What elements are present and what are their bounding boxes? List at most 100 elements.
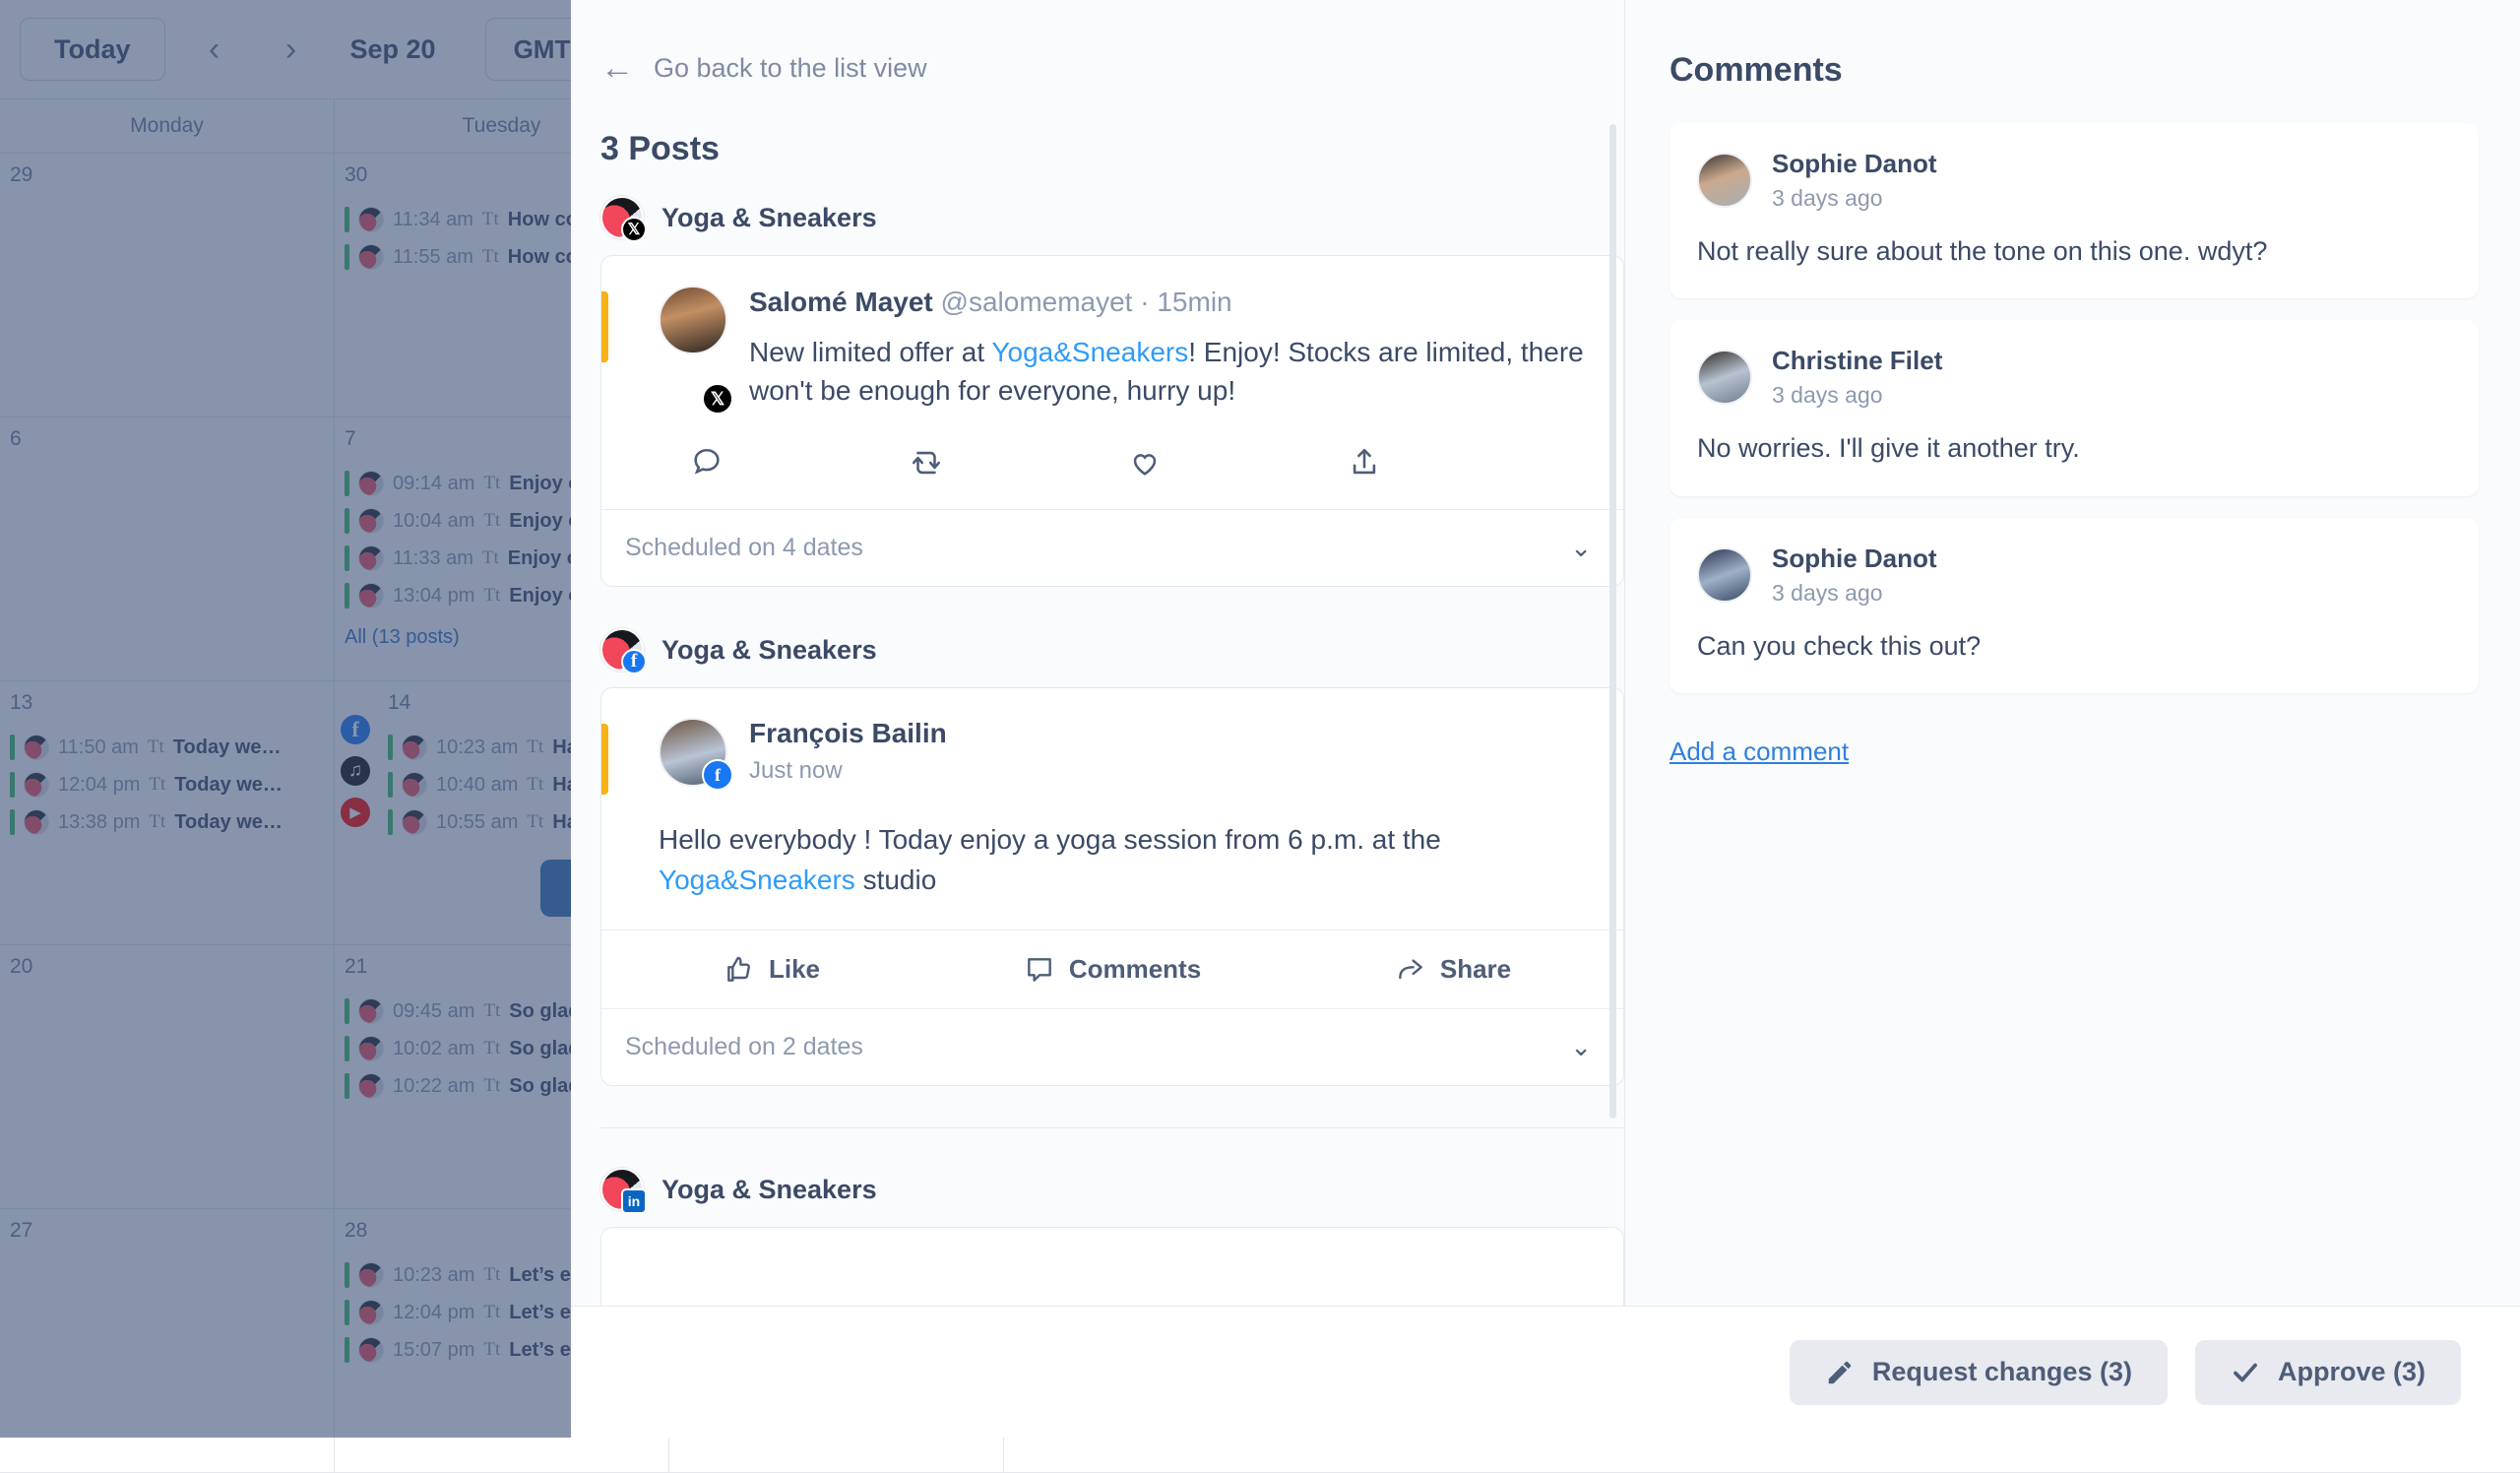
brand-name: Yoga & Sneakers bbox=[662, 634, 877, 665]
brand-row-twitter: 𝕏 Yoga & Sneakers bbox=[600, 196, 1624, 242]
comment-author: Christine Filet bbox=[1772, 346, 1943, 376]
comment-body: Can you check this out? bbox=[1697, 630, 1982, 661]
share-label: Share bbox=[1439, 954, 1512, 985]
brand-avatar: f bbox=[600, 628, 647, 675]
retweet-icon bbox=[912, 451, 940, 475]
like-button[interactable] bbox=[1128, 446, 1348, 480]
scheduled-dates-row-facebook[interactable]: Scheduled on 2 dates ⌄ bbox=[601, 1008, 1623, 1085]
brand-name: Yoga & Sneakers bbox=[662, 1174, 877, 1204]
facebook-action-row: Like Comments Share bbox=[601, 929, 1623, 1008]
post-text: Hello everybody ! Today enjoy a yoga ses… bbox=[659, 787, 1590, 929]
post-separator bbox=[600, 1127, 1624, 1129]
facebook-icon: f bbox=[621, 649, 647, 675]
pencil-icon bbox=[1828, 1361, 1852, 1383]
post-accent-bar bbox=[601, 724, 608, 796]
heart-icon bbox=[1133, 454, 1157, 476]
reply-icon bbox=[694, 449, 720, 475]
back-to-list-link[interactable]: ← Go back to the list view bbox=[600, 51, 1624, 85]
facebook-icon: f bbox=[702, 759, 733, 792]
comment-time: 3 days ago bbox=[1772, 185, 1883, 211]
comments-column: Comments Sophie Danot 3 days ago Not rea… bbox=[1624, 0, 2520, 1306]
like-label: Like bbox=[768, 954, 821, 985]
comments-label: Comments bbox=[1068, 954, 1202, 985]
comment-body: Not really sure about the tone on this o… bbox=[1697, 236, 2268, 266]
post-card-twitter[interactable]: 𝕏 Salomé Mayet @salomemayet · 15min New … bbox=[600, 255, 1624, 588]
x-icon: 𝕏 bbox=[702, 383, 733, 416]
linkedin-icon: in bbox=[621, 1188, 647, 1215]
comment-item: Christine Filet 3 days ago No worries. I… bbox=[1670, 320, 2479, 496]
avatar bbox=[1697, 153, 1752, 208]
reply-button[interactable] bbox=[690, 446, 910, 480]
chevron-down-icon[interactable]: ⌄ bbox=[1570, 533, 1592, 563]
post-preview-modal: ← Go back to the list view 3 Posts 𝕏 Yog… bbox=[571, 0, 2520, 1438]
scheduled-label: Scheduled on 4 dates bbox=[625, 534, 863, 562]
brand-avatar: 𝕏 bbox=[600, 196, 647, 242]
comment-header: Sophie Danot 3 days ago bbox=[1697, 544, 2451, 607]
author-line: Salomé Mayet @salomemayet · 15min bbox=[749, 286, 1590, 319]
post-time: Just now bbox=[749, 757, 843, 785]
author-name: François Bailin bbox=[749, 718, 947, 749]
share-button[interactable] bbox=[1348, 446, 1567, 480]
scheduled-dates-row-twitter[interactable]: Scheduled on 4 dates ⌄ bbox=[601, 509, 1623, 586]
comment-body: No worries. I'll give it another try. bbox=[1697, 433, 2080, 464]
share-arrow-icon bbox=[1398, 959, 1422, 979]
brand-avatar: in bbox=[600, 1168, 647, 1215]
share-icon bbox=[1353, 449, 1375, 475]
post-text-after: studio bbox=[854, 864, 937, 895]
brand-row-facebook: f Yoga & Sneakers bbox=[600, 628, 1624, 675]
posts-count-heading: 3 Posts bbox=[600, 130, 720, 167]
back-link-label: Go back to the list view bbox=[654, 52, 927, 83]
like-button[interactable]: Like bbox=[601, 954, 942, 986]
posts-column: ← Go back to the list view 3 Posts 𝕏 Yog… bbox=[571, 0, 1624, 1306]
comment-header: Christine Filet 3 days ago bbox=[1697, 346, 2451, 409]
comment-header: Sophie Danot 3 days ago bbox=[1697, 149, 2451, 212]
add-comment-link[interactable]: Add a comment bbox=[1670, 736, 1849, 767]
comment-author: Sophie Danot bbox=[1772, 543, 1937, 573]
comment-author: Sophie Danot bbox=[1772, 149, 1937, 178]
request-changes-label: Request changes (3) bbox=[1871, 1357, 2132, 1386]
column-divider bbox=[1624, 0, 1625, 1306]
thumbs-up-icon bbox=[727, 956, 750, 982]
comments-heading: Comments bbox=[1670, 51, 1843, 89]
post-text: New limited offer at Yoga&Sneakers! Enjo… bbox=[749, 333, 1590, 412]
facebook-post-body: f François Bailin Just now Hello everybo… bbox=[601, 688, 1623, 929]
modal-footer: Request changes (3) Approve (3) bbox=[571, 1306, 2520, 1438]
retweet-button[interactable] bbox=[910, 446, 1129, 480]
comment-item: Sophie Danot 3 days ago Can you check th… bbox=[1670, 517, 2479, 694]
scheduled-label: Scheduled on 2 dates bbox=[625, 1033, 863, 1061]
author-avatar bbox=[659, 286, 727, 354]
posts-scrollbar-thumb[interactable] bbox=[1609, 124, 1616, 1119]
brand-name: Yoga & Sneakers bbox=[662, 202, 877, 232]
avatar bbox=[1697, 546, 1752, 603]
comment-time: 3 days ago bbox=[1772, 579, 1883, 606]
approve-button[interactable]: Approve (3) bbox=[2194, 1339, 2461, 1405]
comment-time: 3 days ago bbox=[1772, 382, 1883, 409]
twitter-post-body: 𝕏 Salomé Mayet @salomemayet · 15min New … bbox=[601, 256, 1623, 420]
comments-button[interactable]: Comments bbox=[942, 954, 1283, 986]
modal-backdrop-overlay[interactable] bbox=[0, 0, 571, 1438]
comment-item: Sophie Danot 3 days ago Not really sure … bbox=[1670, 123, 2479, 299]
twitter-action-row bbox=[601, 420, 1623, 509]
x-icon: 𝕏 bbox=[621, 217, 647, 242]
check-icon bbox=[2234, 1363, 2257, 1381]
avatar bbox=[1697, 350, 1752, 406]
approve-label: Approve (3) bbox=[2277, 1357, 2426, 1386]
post-card-facebook[interactable]: f François Bailin Just now Hello everybo… bbox=[600, 687, 1624, 1087]
author-handle: @salomemayet · 15min bbox=[940, 287, 1232, 317]
post-card-linkedin[interactable] bbox=[600, 1227, 1624, 1306]
request-changes-button[interactable]: Request changes (3) bbox=[1789, 1339, 2168, 1405]
post-text-before: New limited offer at bbox=[749, 336, 992, 367]
author-avatar-wrap: 𝕏 bbox=[659, 286, 733, 416]
arrow-left-icon: ← bbox=[600, 49, 634, 87]
facebook-author-row: f François Bailin Just now bbox=[659, 718, 1590, 792]
post-text-before: Hello everybody ! Today enjoy a yoga ses… bbox=[659, 824, 1441, 856]
brand-row-linkedin: in Yoga & Sneakers bbox=[600, 1168, 1624, 1215]
post-accent-bar bbox=[601, 291, 608, 362]
share-button[interactable]: Share bbox=[1283, 954, 1623, 986]
modal-scroll-area: ← Go back to the list view 3 Posts 𝕏 Yog… bbox=[571, 0, 2520, 1306]
author-name: Salomé Mayet bbox=[749, 287, 933, 317]
post-text-link[interactable]: Yoga&Sneakers bbox=[659, 865, 855, 895]
post-text-link[interactable]: Yoga&Sneakers bbox=[991, 337, 1188, 367]
comment-icon bbox=[1027, 957, 1051, 982]
chevron-down-icon[interactable]: ⌄ bbox=[1570, 1032, 1592, 1062]
